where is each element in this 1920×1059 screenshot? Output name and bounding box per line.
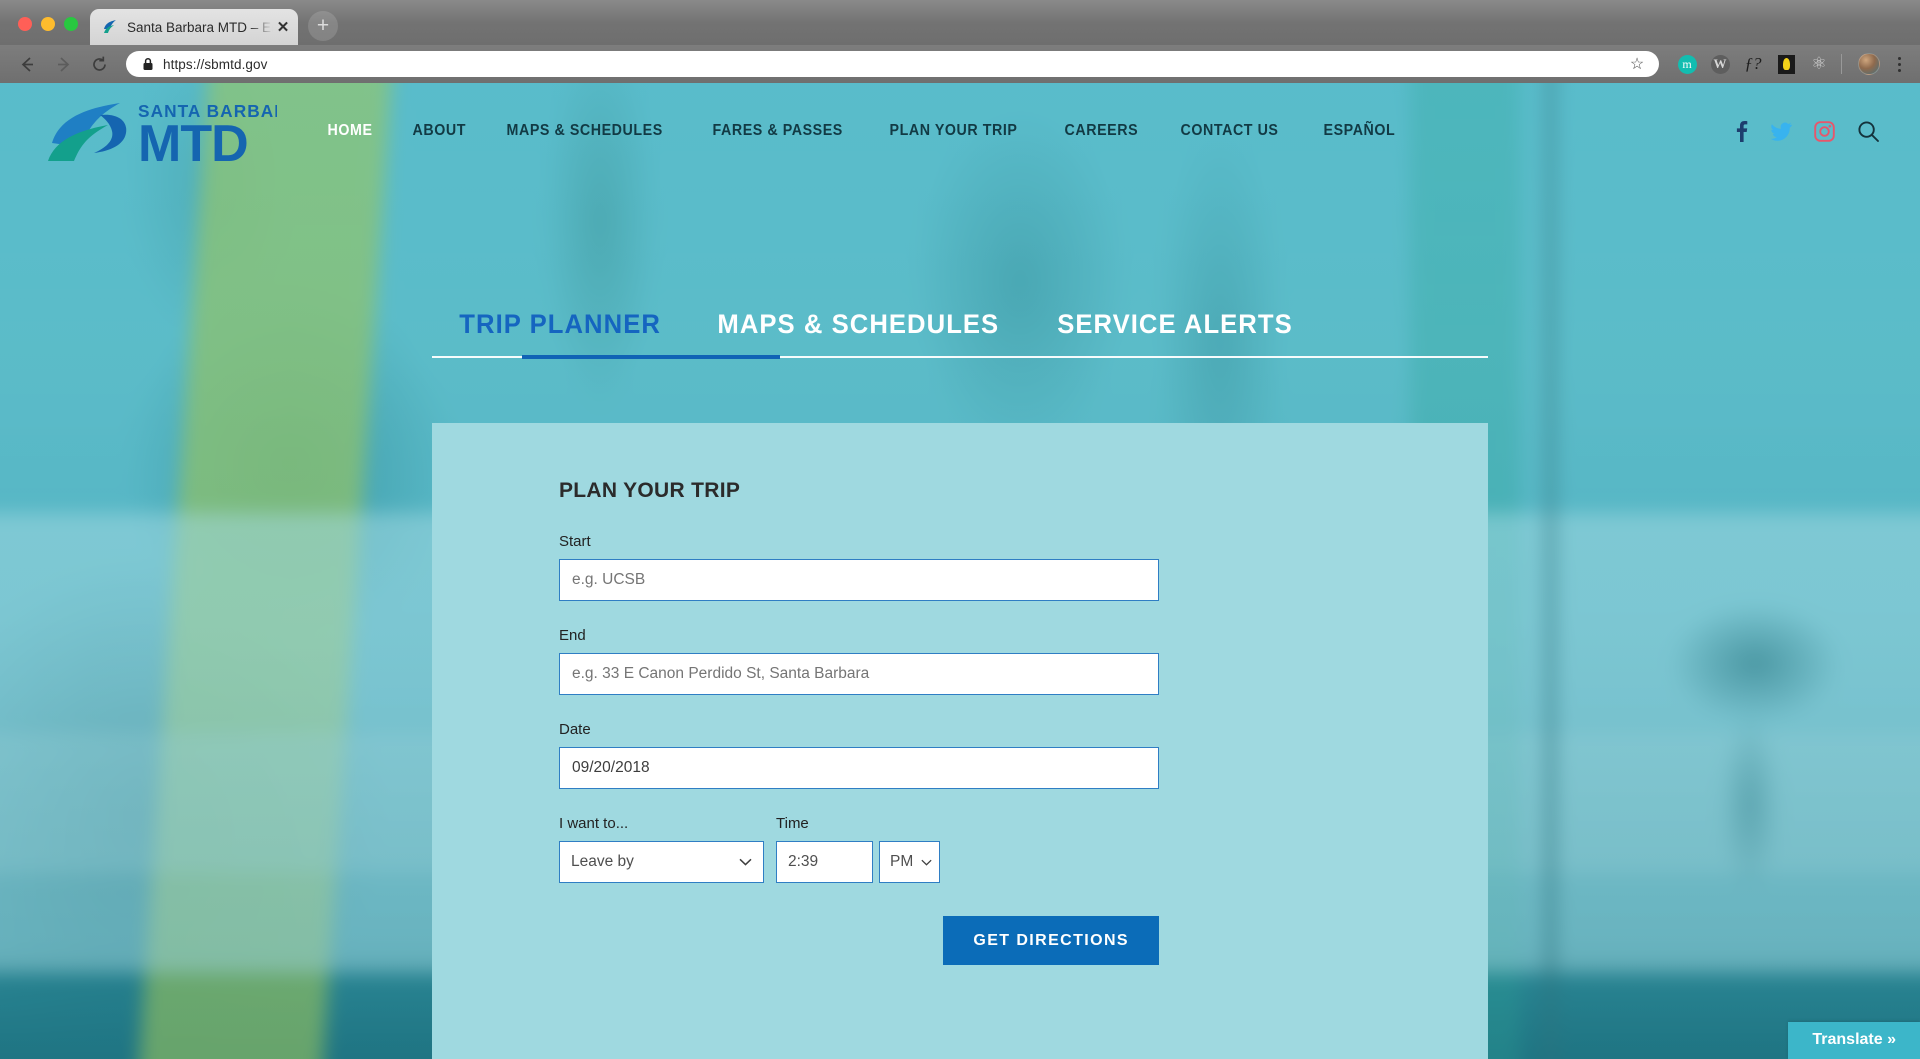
close-window-button[interactable] bbox=[18, 17, 32, 31]
main-navigation: HOME ABOUT MAPS & SCHEDULES FARES & PASS… bbox=[311, 116, 1421, 146]
minimize-window-button[interactable] bbox=[41, 17, 55, 31]
chevron-down-icon bbox=[921, 853, 932, 871]
nav-item-fares-passes[interactable]: FARES & PASSES bbox=[696, 116, 859, 146]
want-to-label: I want to... bbox=[559, 815, 629, 832]
want-to-select[interactable]: Leave by bbox=[559, 841, 764, 883]
close-tab-button[interactable]: ✕ bbox=[274, 18, 292, 36]
search-icon[interactable] bbox=[1857, 120, 1880, 143]
date-field-group: Date bbox=[559, 721, 1159, 789]
maximize-window-button[interactable] bbox=[64, 17, 78, 31]
end-field-group: End bbox=[559, 627, 1159, 695]
want-to-field-group: I want to... Leave by bbox=[559, 815, 771, 883]
forward-button[interactable] bbox=[46, 49, 80, 79]
browser-toolbar: https://sbmtd.gov ☆ m W ƒ? ⚛ bbox=[0, 45, 1920, 83]
browser-tabstrip: Santa Barbara MTD – Enhancin ✕ + bbox=[78, 9, 338, 45]
meridiem-select[interactable]: PM bbox=[879, 841, 940, 883]
chrome-menu-button[interactable] bbox=[1888, 56, 1910, 72]
page-content: SANTA BARBARA MTD HOME ABOUT MAPS & SCHE… bbox=[0, 83, 1920, 1059]
nav-item-maps-schedules[interactable]: MAPS & SCHEDULES bbox=[490, 116, 679, 146]
facebook-icon[interactable] bbox=[1735, 120, 1748, 142]
hero-tabs: TRIP PLANNER MAPS & SCHEDULES SERVICE AL… bbox=[432, 309, 1488, 359]
back-button[interactable] bbox=[10, 49, 44, 79]
active-tab-indicator bbox=[522, 355, 780, 359]
tab-service-alerts[interactable]: SERVICE ALERTS bbox=[1036, 309, 1313, 356]
browser-tab-active[interactable]: Santa Barbara MTD – Enhancin ✕ bbox=[90, 9, 298, 45]
want-time-row: I want to... Leave by Time 2:39 PM bbox=[559, 815, 1159, 883]
pocket-extension-icon[interactable] bbox=[1773, 51, 1799, 77]
sbmtd-favicon bbox=[100, 18, 119, 37]
page-title: PLAN YOUR TRIP bbox=[559, 479, 741, 502]
date-label: Date bbox=[559, 721, 591, 738]
nav-item-contact-us[interactable]: CONTACT US bbox=[1164, 116, 1295, 146]
trip-planner-panel: PLAN YOUR TRIP Start End Date I want to.… bbox=[432, 423, 1488, 1059]
get-directions-button[interactable]: GET DIRECTIONS bbox=[943, 916, 1159, 965]
date-input[interactable] bbox=[559, 747, 1159, 789]
social-links bbox=[1735, 120, 1880, 143]
lock-icon bbox=[142, 57, 154, 71]
fontface-ninja-extension-icon[interactable]: ƒ? bbox=[1740, 51, 1766, 77]
address-bar[interactable]: https://sbmtd.gov ☆ bbox=[126, 51, 1659, 77]
end-label: End bbox=[559, 627, 586, 644]
nav-item-espanol[interactable]: ESPAÑOL bbox=[1307, 116, 1412, 146]
time-input[interactable] bbox=[776, 841, 873, 883]
sbmtd-logo[interactable]: SANTA BARBARA MTD bbox=[42, 95, 277, 167]
browser-window: Santa Barbara MTD – Enhancin ✕ + https:/… bbox=[0, 0, 1920, 1059]
start-label: Start bbox=[559, 533, 591, 550]
site-header: SANTA BARBARA MTD HOME ABOUT MAPS & SCHE… bbox=[0, 83, 1920, 179]
browser-tab-title: Santa Barbara MTD – Enhancin bbox=[127, 19, 274, 35]
grammarly-extension-icon[interactable]: m bbox=[1674, 51, 1700, 77]
svg-text:MTD: MTD bbox=[138, 115, 248, 167]
twitter-icon[interactable] bbox=[1770, 122, 1792, 141]
react-devtools-extension-icon[interactable]: ⚛ bbox=[1806, 51, 1832, 77]
meridiem-value: PM bbox=[890, 853, 914, 870]
nav-item-careers[interactable]: CAREERS bbox=[1048, 116, 1155, 146]
nav-item-plan-your-trip[interactable]: PLAN YOUR TRIP bbox=[873, 116, 1034, 146]
nav-item-home[interactable]: HOME bbox=[311, 116, 389, 146]
start-input[interactable] bbox=[559, 559, 1159, 601]
window-traffic-lights bbox=[0, 17, 78, 45]
bookmark-star-icon[interactable]: ☆ bbox=[1627, 54, 1647, 74]
toolbar-divider bbox=[1841, 54, 1842, 74]
browser-titlebar: Santa Barbara MTD – Enhancin ✕ + bbox=[0, 0, 1920, 45]
want-to-value: Leave by bbox=[571, 853, 634, 870]
trip-planner-form: PLAN YOUR TRIP Start End Date I want to.… bbox=[559, 423, 1159, 965]
hero-tabs-underline bbox=[432, 355, 1488, 359]
tab-trip-planner[interactable]: TRIP PLANNER bbox=[438, 309, 681, 356]
url-text: https://sbmtd.gov bbox=[163, 56, 268, 72]
submit-row: GET DIRECTIONS bbox=[559, 916, 1159, 965]
end-input[interactable] bbox=[559, 653, 1159, 695]
wordpress-extension-icon[interactable]: W bbox=[1707, 51, 1733, 77]
new-tab-button[interactable]: + bbox=[308, 11, 338, 41]
tab-maps-schedules[interactable]: MAPS & SCHEDULES bbox=[697, 309, 1021, 356]
nav-item-about[interactable]: ABOUT bbox=[396, 116, 483, 146]
translate-widget-button[interactable]: Translate » bbox=[1788, 1022, 1920, 1059]
time-field-group: Time PM bbox=[776, 815, 940, 883]
reload-button[interactable] bbox=[82, 49, 116, 79]
profile-avatar[interactable] bbox=[1856, 51, 1882, 77]
instagram-icon[interactable] bbox=[1814, 120, 1835, 142]
start-field-group: Start bbox=[559, 533, 1159, 601]
chevron-down-icon bbox=[739, 853, 752, 871]
time-label: Time bbox=[776, 815, 809, 832]
